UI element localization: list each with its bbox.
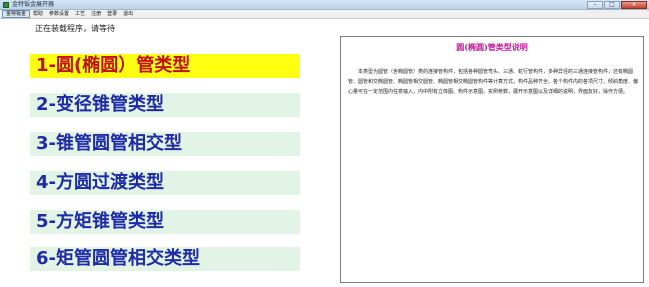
- menu-bar: 金特钣金 帮助 参数设置 工艺 注册 登录 退出: [0, 10, 649, 19]
- title-bar: 金特钣金展开器 – □ ×: [0, 0, 649, 10]
- description-panel: 圆(椭圆)管类型说明 本类型为圆管（含椭圆管）类的连接管构件，包括各种圆管弯头、…: [340, 36, 644, 283]
- menu-item-login[interactable]: 登录: [104, 10, 120, 18]
- type-button-square-round-transition[interactable]: 4-方圆过渡类型: [30, 171, 300, 195]
- maximize-button[interactable]: □: [604, 1, 620, 9]
- minimize-button[interactable]: –: [587, 1, 603, 9]
- type-button-square-rect-cone[interactable]: 5-方矩锥管类型: [30, 210, 300, 234]
- app-icon: [3, 2, 9, 8]
- type-button-round-pipe[interactable]: 1-圆(椭圆）管类型: [30, 54, 300, 78]
- menu-item-jinte[interactable]: 金特钣金: [2, 10, 31, 18]
- type-button-reducer-cone[interactable]: 2-变径锥管类型: [30, 93, 300, 117]
- window-title: 金特钣金展开器: [12, 1, 55, 8]
- menu-item-exit[interactable]: 退出: [120, 10, 136, 18]
- panel-description: 本类型为圆管（含椭圆管）类的连接管构件，包括各种圆管弯头、三通、蛇行管构件，多种…: [348, 69, 639, 95]
- panel-title: 圆(椭圆)管类型说明: [456, 42, 528, 52]
- type-button-cone-round-intersect[interactable]: 3-锥管圆管相交型: [30, 132, 300, 156]
- menu-item-help[interactable]: 帮助: [30, 10, 46, 18]
- type-button-rect-round-intersect[interactable]: 6-矩管圆管相交类型: [30, 247, 300, 271]
- menu-item-process[interactable]: 工艺: [72, 10, 88, 18]
- menu-item-register[interactable]: 注册: [88, 10, 104, 18]
- menu-item-settings[interactable]: 参数设置: [46, 10, 72, 18]
- window-controls: – □ ×: [586, 1, 647, 9]
- close-button[interactable]: ×: [621, 1, 647, 9]
- loading-status: 正在装载程序，请等待: [35, 24, 115, 33]
